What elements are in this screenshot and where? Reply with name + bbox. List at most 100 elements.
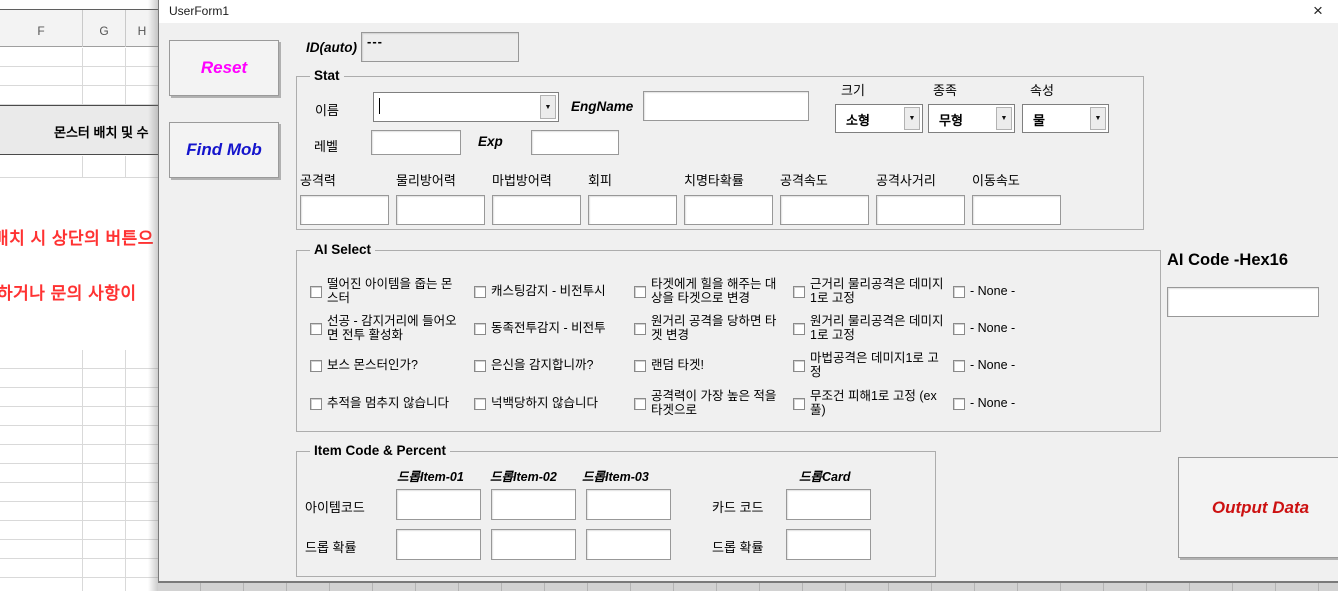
checkbox-icon[interactable]	[793, 323, 805, 335]
stat-input-crit-rate[interactable]	[684, 195, 773, 225]
card-code-input[interactable]	[786, 489, 871, 520]
ai-checkbox-item[interactable]: 떨어진 아이템을 줍는 몬스터	[310, 278, 474, 306]
engname-field[interactable]	[643, 91, 809, 121]
item-code-input-3[interactable]	[586, 489, 671, 520]
checkbox-icon[interactable]	[793, 360, 805, 372]
checkbox-icon[interactable]	[634, 286, 646, 298]
ai-code-field[interactable]	[1167, 287, 1319, 317]
ai-checkbox-label: 떨어진 아이템을 줍는 몬스터	[327, 278, 463, 306]
level-field[interactable]	[371, 130, 461, 155]
ai-checkbox-item[interactable]: 선공 - 감지거리에 들어오면 전투 활성화	[310, 315, 474, 343]
titlebar: UserForm1 ×	[159, 0, 1338, 23]
ai-checkbox-label: - None -	[970, 397, 1015, 411]
checkbox-icon[interactable]	[953, 323, 965, 335]
window-title: UserForm1	[169, 4, 229, 18]
dropdown-arrow-icon[interactable]: ▼	[540, 95, 556, 119]
ai-checkbox-item[interactable]: 넉백당하지 않습니다	[474, 397, 634, 411]
ai-checkbox-item[interactable]: - None -	[953, 359, 1109, 373]
checkbox-icon[interactable]	[474, 323, 486, 335]
ai-checkbox-item[interactable]: 근거리 물리공격은 데미지1로 고정	[793, 278, 953, 306]
race-combobox[interactable]: 무형 ▼	[928, 104, 1015, 133]
userform-window: UserForm1 × Reset Find Mob ID(auto) --- …	[158, 0, 1338, 583]
ai-checkbox-item[interactable]: 은신을 감지합니까?	[474, 359, 634, 373]
ai-checkbox-item[interactable]: 타겟에게 힐을 해주는 대상을 타겟으로 변경	[634, 278, 793, 306]
ai-checkbox-item[interactable]: - None -	[953, 397, 1109, 411]
stat-input-attack[interactable]	[300, 195, 389, 225]
ai-checkbox-label: 무조건 피해1로 고정 (ex 풀)	[810, 390, 946, 418]
size-combobox[interactable]: 소형 ▼	[835, 104, 923, 133]
ai-checkbox-label: - None -	[970, 322, 1015, 336]
ai-checkbox-label: 보스 몬스터인가?	[327, 359, 418, 373]
ai-checkbox-item[interactable]: 무조건 피해1로 고정 (ex 풀)	[793, 390, 953, 418]
id-auto-field[interactable]: ---	[361, 32, 519, 62]
ai-checkbox-label: 타겟에게 힐을 해주는 대상을 타겟으로 변경	[651, 278, 787, 306]
excel-gridline	[125, 156, 126, 178]
stat-fields-label-row: 공격력 물리방어력 마법방어력 회피 치명타확률 공격속도 공격사거리 이동속도	[300, 170, 1068, 189]
ai-checkbox-item[interactable]: 원거리 공격을 당하면 타겟 변경	[634, 315, 793, 343]
drop-rate-input-3[interactable]	[586, 529, 671, 560]
drop-card-header: 드롭Card	[799, 466, 850, 485]
ai-checkbox-label: 마법공격은 데미지1로 고정	[810, 352, 946, 380]
stat-field-label: 마법방어력	[492, 170, 588, 189]
checkbox-icon[interactable]	[310, 360, 322, 372]
checkbox-icon[interactable]	[474, 360, 486, 372]
name-combobox[interactable]: ▼	[373, 92, 559, 122]
ai-checkbox-item[interactable]: 공격력이 가장 높은 적을 타겟으로	[634, 390, 793, 418]
stat-field-label: 치명타확률	[684, 170, 780, 189]
attribute-combobox[interactable]: 물 ▼	[1022, 104, 1109, 133]
ai-checkbox-label: 은신을 감지합니까?	[491, 359, 593, 373]
dropdown-arrow-icon[interactable]: ▼	[1090, 107, 1106, 130]
exp-field[interactable]	[531, 130, 619, 155]
item-code-input-2[interactable]	[491, 489, 576, 520]
attribute-label: 속성	[1030, 80, 1054, 99]
stat-input-attack-speed[interactable]	[780, 195, 869, 225]
ai-checkbox-item[interactable]: 추적을 멈추지 않습니다	[310, 397, 474, 411]
dropdown-arrow-icon[interactable]: ▼	[904, 107, 920, 130]
ai-select-group-title: AI Select	[310, 242, 375, 257]
checkbox-icon[interactable]	[474, 286, 486, 298]
checkbox-icon[interactable]	[793, 398, 805, 410]
item-code-input-1[interactable]	[396, 489, 481, 520]
name-label: 이름	[315, 100, 339, 119]
checkbox-icon[interactable]	[953, 286, 965, 298]
stat-input-attack-range[interactable]	[876, 195, 965, 225]
stat-input-evasion[interactable]	[588, 195, 677, 225]
size-combobox-value: 소형	[846, 110, 870, 129]
output-data-button[interactable]: Output Data	[1178, 457, 1338, 558]
ai-checkbox-item[interactable]: 캐스팅감지 - 비전투시	[474, 285, 634, 299]
checkbox-icon[interactable]	[634, 360, 646, 372]
excel-column-header: G	[82, 10, 125, 47]
find-mob-button[interactable]: Find Mob	[169, 122, 279, 178]
ai-checkbox-label: 원거리 공격을 당하면 타겟 변경	[651, 315, 787, 343]
ai-checkbox-item[interactable]: 보스 몬스터인가?	[310, 359, 474, 373]
ai-checkbox-item[interactable]: 동족전투감지 - 비전투	[474, 322, 634, 336]
drop-rate-input-2[interactable]	[491, 529, 576, 560]
stat-input-move-speed[interactable]	[972, 195, 1061, 225]
item-code-label: 아이템코드	[305, 497, 365, 516]
ai-checkbox-item[interactable]: 랜덤 타겟!	[634, 359, 793, 373]
stat-field-label: 물리방어력	[396, 170, 492, 189]
dropdown-arrow-icon[interactable]: ▼	[996, 107, 1012, 130]
checkbox-icon[interactable]	[474, 398, 486, 410]
checkbox-icon[interactable]	[310, 323, 322, 335]
reset-button[interactable]: Reset	[169, 40, 279, 96]
ai-checkbox-label: 선공 - 감지거리에 들어오면 전투 활성화	[327, 315, 463, 343]
ai-checkbox-label: 랜덤 타겟!	[651, 359, 704, 373]
close-icon[interactable]: ×	[1308, 1, 1328, 21]
drop-rate-input-1[interactable]	[396, 529, 481, 560]
card-drop-rate-input[interactable]	[786, 529, 871, 560]
checkbox-icon[interactable]	[634, 398, 646, 410]
stat-input-magic-defense[interactable]	[492, 195, 581, 225]
ai-checkbox-item[interactable]: - None -	[953, 322, 1109, 336]
checkbox-icon[interactable]	[953, 398, 965, 410]
checkbox-icon[interactable]	[793, 286, 805, 298]
stat-input-physical-defense[interactable]	[396, 195, 485, 225]
ai-checkbox-label: - None -	[970, 359, 1015, 373]
checkbox-icon[interactable]	[310, 286, 322, 298]
checkbox-icon[interactable]	[310, 398, 322, 410]
ai-checkbox-item[interactable]: 원거리 물리공격은 데미지1로 고정	[793, 315, 953, 343]
checkbox-icon[interactable]	[634, 323, 646, 335]
ai-checkbox-item[interactable]: 마법공격은 데미지1로 고정	[793, 352, 953, 380]
checkbox-icon[interactable]	[953, 360, 965, 372]
ai-checkbox-item[interactable]: - None -	[953, 285, 1109, 299]
